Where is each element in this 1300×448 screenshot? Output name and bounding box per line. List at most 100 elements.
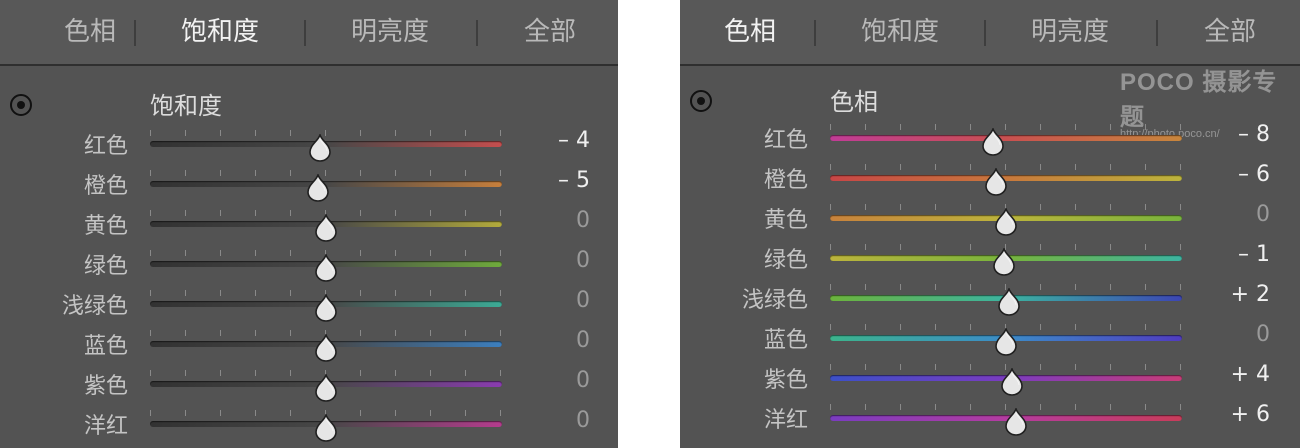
slider-track[interactable] <box>150 282 502 322</box>
slider-tick <box>900 364 901 370</box>
tab-hue[interactable]: 色相 <box>20 12 160 52</box>
slider-tick <box>1075 244 1076 250</box>
slider-tick <box>430 130 431 136</box>
slider-row: 蓝色 0 <box>0 322 618 362</box>
slider-track[interactable] <box>830 276 1182 316</box>
slider-thumb[interactable] <box>308 132 332 162</box>
slider-tick <box>430 170 431 176</box>
slider-thumb[interactable] <box>314 332 338 362</box>
slider-track[interactable] <box>830 356 1182 396</box>
slider-row: 红色 – 8 <box>680 116 1300 156</box>
slider-tick <box>290 210 291 216</box>
slider-thumb[interactable] <box>306 172 330 202</box>
slider-track[interactable] <box>150 122 502 162</box>
slider-value[interactable]: 0 <box>1210 202 1270 227</box>
slider-tick <box>220 410 221 416</box>
slider-thumb[interactable] <box>981 126 1005 156</box>
slider-tick <box>290 130 291 136</box>
slider-tick <box>290 410 291 416</box>
slider-tick <box>430 330 431 336</box>
slider-value[interactable]: 0 <box>530 208 590 233</box>
tab-luminance[interactable]: 明亮度 <box>320 12 460 52</box>
slider-track[interactable] <box>830 156 1182 196</box>
slider-tick <box>1075 284 1076 290</box>
slider-tick <box>395 410 396 416</box>
slider-tick <box>500 330 501 336</box>
slider-tick <box>1110 404 1111 410</box>
slider-tick <box>360 170 361 176</box>
slider-track[interactable] <box>150 402 502 442</box>
slider-thumb[interactable] <box>314 292 338 322</box>
slider-thumb[interactable] <box>314 372 338 402</box>
slider-tick <box>1145 204 1146 210</box>
slider-tick <box>1040 324 1041 330</box>
slider-thumb[interactable] <box>314 252 338 282</box>
slider-value[interactable]: + 4 <box>1210 362 1270 387</box>
tab-saturation[interactable]: 饱和度 <box>830 12 970 52</box>
slider-tick <box>500 210 501 216</box>
slider-label: 绿色 <box>763 248 808 273</box>
slider-value[interactable]: 0 <box>530 288 590 313</box>
slider-tick <box>465 290 466 296</box>
slider-track[interactable] <box>830 116 1182 156</box>
slider-value[interactable]: – 4 <box>530 128 590 153</box>
slider-tick <box>185 330 186 336</box>
slider-value[interactable]: + 2 <box>1210 282 1270 307</box>
slider-tick <box>1110 324 1111 330</box>
section-title: 色相 <box>830 88 878 116</box>
tab-all[interactable]: 全部 <box>1160 12 1300 52</box>
slider-tick <box>935 124 936 130</box>
slider-row: 洋红 + 6 <box>680 396 1300 436</box>
slider-thumb[interactable] <box>994 326 1018 356</box>
slider-value[interactable]: 0 <box>530 248 590 273</box>
slider-track[interactable] <box>830 196 1182 236</box>
slider-tick <box>1145 404 1146 410</box>
slider-value[interactable]: – 1 <box>1210 242 1270 267</box>
slider-value[interactable]: 0 <box>530 328 590 353</box>
slider-tick <box>900 404 901 410</box>
slider-track[interactable] <box>830 316 1182 356</box>
slider-value[interactable]: – 6 <box>1210 162 1270 187</box>
slider-tick <box>1110 204 1111 210</box>
slider-value[interactable]: 0 <box>530 408 590 433</box>
tab-saturation[interactable]: 饱和度 <box>150 12 290 52</box>
slider-tick <box>150 130 151 136</box>
slider-track[interactable] <box>830 396 1182 436</box>
hsl-panel-saturation: 色相 饱和度 明亮度 全部 饱和度 红色 – 4 橙色 – 5 黄色 0 绿色 0 浅绿色 0 蓝色… <box>0 0 618 448</box>
tab-all[interactable]: 全部 <box>480 12 618 52</box>
slider-track[interactable] <box>150 162 502 202</box>
slider-track[interactable] <box>150 202 502 242</box>
slider-value[interactable]: – 5 <box>530 168 590 193</box>
slider-track[interactable] <box>830 236 1182 276</box>
slider-tick <box>970 284 971 290</box>
slider-thumb[interactable] <box>997 286 1021 316</box>
slider-track[interactable] <box>150 362 502 402</box>
slider-track[interactable] <box>150 322 502 362</box>
slider-value[interactable]: 0 <box>1210 322 1270 347</box>
slider-tick <box>1075 364 1076 370</box>
slider-thumb[interactable] <box>314 412 338 442</box>
slider-value[interactable]: 0 <box>530 368 590 393</box>
slider-tick <box>865 324 866 330</box>
slider-tick <box>500 170 501 176</box>
target-adjustment-icon[interactable] <box>690 90 712 112</box>
slider-thumb[interactable] <box>314 212 338 242</box>
tab-separator <box>476 20 478 46</box>
slider-thumb[interactable] <box>992 246 1016 276</box>
slider-tick <box>255 250 256 256</box>
slider-thumb[interactable] <box>1004 406 1028 436</box>
slider-value[interactable]: + 6 <box>1210 402 1270 427</box>
slider-row: 绿色 – 1 <box>680 236 1300 276</box>
slider-thumb[interactable] <box>984 166 1008 196</box>
slider-row: 浅绿色 0 <box>0 282 618 322</box>
slider-thumb[interactable] <box>1000 366 1024 396</box>
slider-track[interactable] <box>150 242 502 282</box>
slider-tick <box>830 124 831 130</box>
slider-thumb[interactable] <box>994 206 1018 236</box>
tab-hue[interactable]: 色相 <box>680 12 820 52</box>
target-adjustment-icon[interactable] <box>10 94 32 116</box>
slider-tick <box>1040 284 1041 290</box>
slider-value[interactable]: – 8 <box>1210 122 1270 147</box>
tab-luminance[interactable]: 明亮度 <box>1000 12 1140 52</box>
slider-tick <box>255 410 256 416</box>
